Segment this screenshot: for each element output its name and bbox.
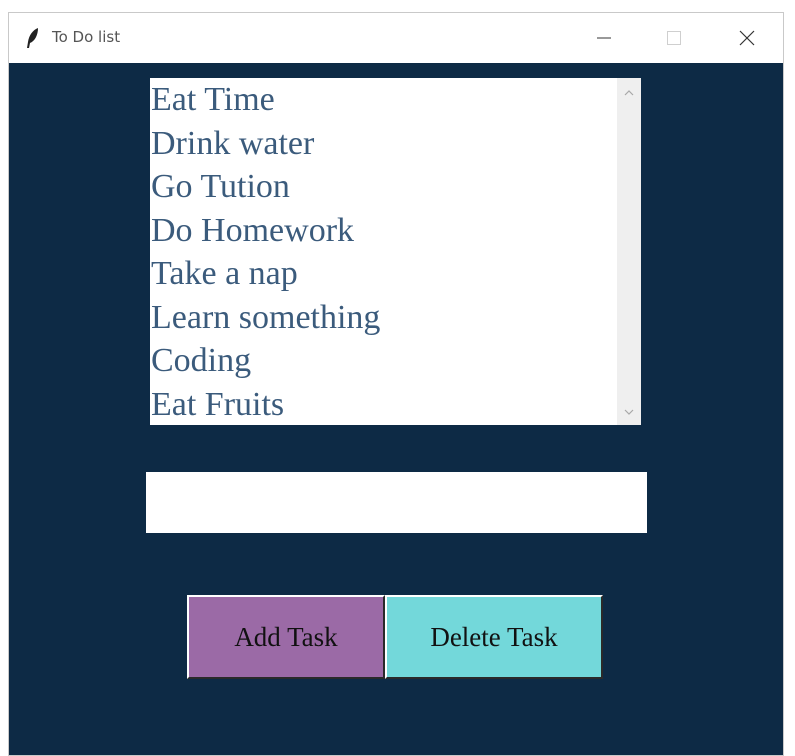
list-item[interactable]: Coding bbox=[150, 339, 616, 383]
chevron-up-icon bbox=[624, 83, 634, 101]
list-item[interactable]: Take a nap bbox=[150, 252, 616, 296]
close-icon bbox=[739, 30, 755, 46]
feather-icon bbox=[25, 27, 41, 49]
close-button[interactable] bbox=[712, 13, 782, 63]
minimize-icon bbox=[597, 31, 611, 45]
chevron-down-icon bbox=[624, 402, 634, 420]
task-list: Eat Time Drink water Go Tution Do Homewo… bbox=[150, 78, 616, 425]
maximize-icon bbox=[667, 31, 681, 45]
maximize-button[interactable] bbox=[639, 13, 709, 63]
title-bar[interactable]: To Do list bbox=[9, 13, 783, 63]
list-item[interactable]: Eat Fruits bbox=[150, 383, 616, 426]
app-window: To Do list Eat Time Drink water Go Tutio… bbox=[8, 12, 784, 756]
list-item[interactable]: Do Homework bbox=[150, 209, 616, 253]
list-item[interactable]: Go Tution bbox=[150, 165, 616, 209]
scroll-up-button[interactable] bbox=[617, 80, 641, 104]
task-input[interactable] bbox=[146, 472, 647, 533]
list-scrollbar[interactable] bbox=[617, 78, 641, 425]
window-title: To Do list bbox=[52, 28, 121, 46]
list-item[interactable]: Eat Time bbox=[150, 78, 616, 122]
scroll-down-button[interactable] bbox=[617, 399, 641, 423]
minimize-button[interactable] bbox=[569, 13, 639, 63]
add-task-button[interactable]: Add Task bbox=[187, 595, 385, 679]
task-listbox[interactable]: Eat Time Drink water Go Tution Do Homewo… bbox=[150, 78, 641, 425]
delete-task-button[interactable]: Delete Task bbox=[385, 595, 603, 679]
list-item[interactable]: Learn something bbox=[150, 296, 616, 340]
list-item[interactable]: Drink water bbox=[150, 122, 616, 166]
